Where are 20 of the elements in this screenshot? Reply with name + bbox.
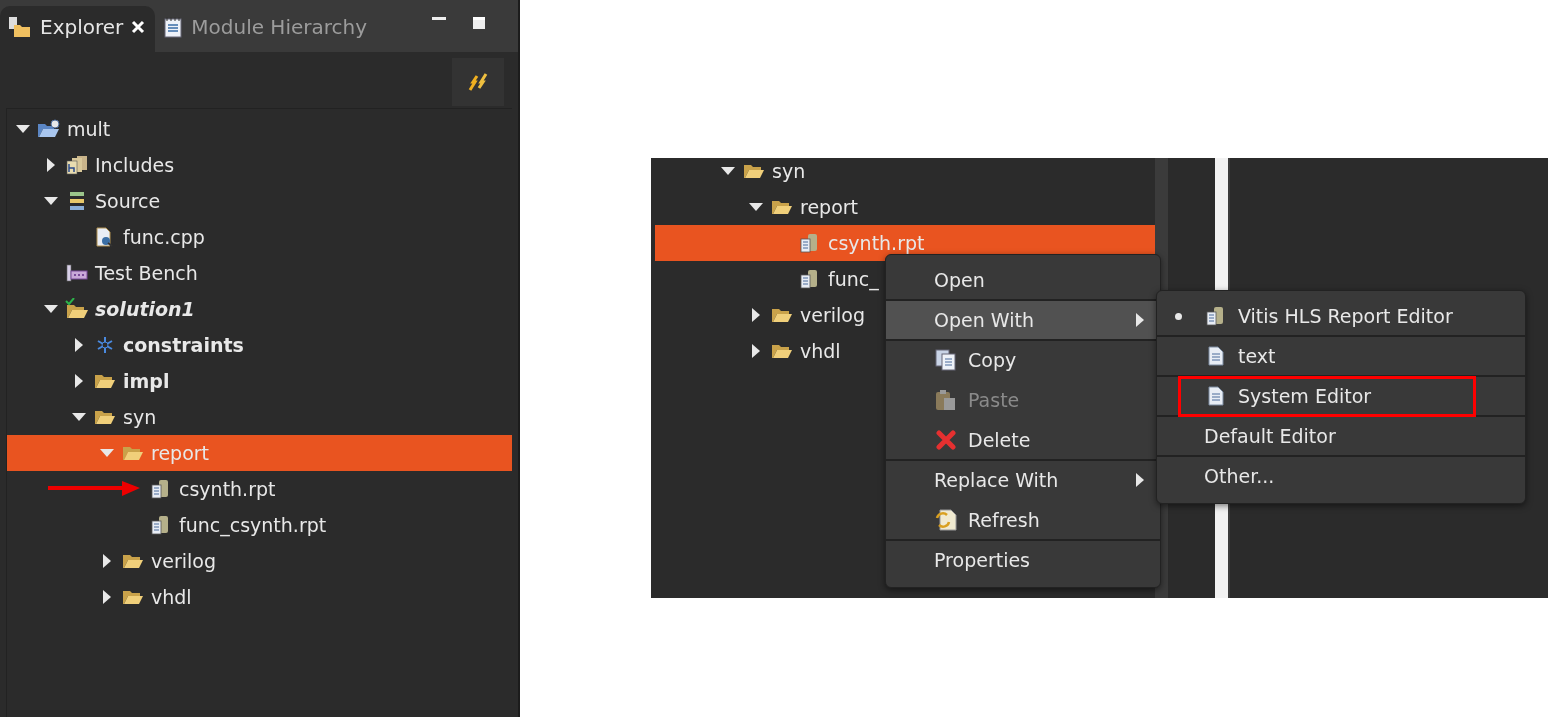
tree-item-label: impl [123, 370, 170, 392]
tree-item-label: csynth.rpt [179, 478, 276, 500]
tree-item-label: syn [772, 160, 806, 182]
tree-item-label: Source [95, 190, 161, 212]
tree-item-label: func_ [828, 268, 879, 290]
tree-item-label: report [151, 442, 210, 464]
tree-item-label: verilog [800, 304, 865, 326]
tree-item-label: verilog [151, 550, 216, 572]
tree-item-label: Test Bench [95, 262, 198, 284]
tree-item-label: syn [123, 406, 157, 428]
tree-item-label: csynth.rpt [828, 232, 925, 254]
tree-item-label: mult [67, 118, 111, 140]
tree-item-label: vhdl [151, 586, 192, 608]
tree-item-label: func_csynth.rpt [179, 514, 327, 536]
tree-item-label: report [800, 196, 859, 218]
tree-item-label: Includes [95, 154, 175, 176]
tree-item-label: vhdl [800, 340, 841, 362]
tree-item-label: func.cpp [123, 226, 205, 248]
tree-item-label: constraints [123, 334, 244, 356]
tree-item-label: solution1 [95, 298, 195, 320]
